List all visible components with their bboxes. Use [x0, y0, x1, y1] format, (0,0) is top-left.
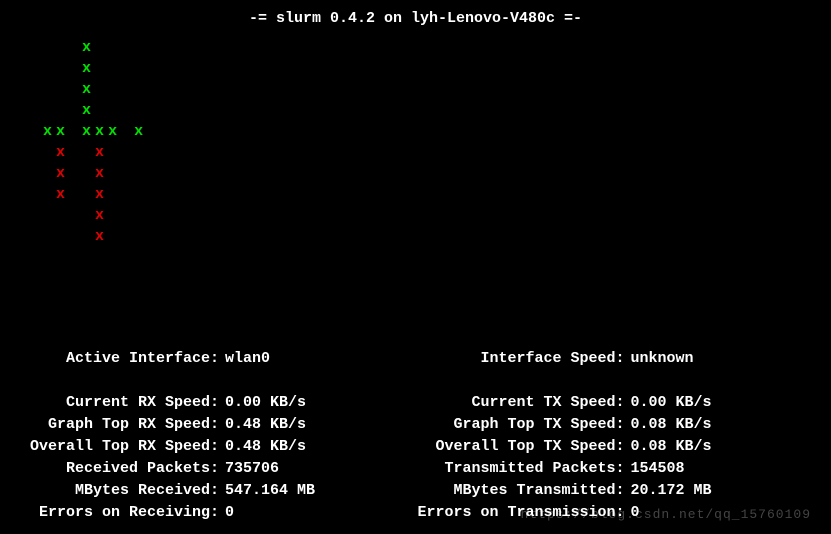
stats-right-column: Interface Speed: unknown Current TX Spee…: [416, 348, 822, 524]
active-interface-label: Active Interface:: [10, 348, 225, 370]
received-packets-row: Received Packets: 735706: [10, 458, 416, 480]
tx-graph: x x x x x x x x: [30, 142, 831, 247]
interface-speed-label: Interface Speed:: [416, 348, 631, 370]
errors-tx-row: Errors on Transmission: 0: [416, 502, 822, 524]
graph-row: x: [30, 100, 831, 121]
overall-top-rx-label: Overall Top RX Speed:: [10, 436, 225, 458]
graph-top-tx-label: Graph Top TX Speed:: [416, 414, 631, 436]
active-interface-value: wlan0: [225, 348, 270, 370]
graph-row: x: [30, 58, 831, 79]
errors-rx-label: Errors on Receiving:: [10, 502, 225, 524]
received-packets-label: Received Packets:: [10, 458, 225, 480]
active-interface-row: Active Interface: wlan0: [10, 348, 416, 370]
graph-row: x: [30, 205, 831, 226]
graph-top-rx-row: Graph Top RX Speed: 0.48 KB/s: [10, 414, 416, 436]
title-bar: -= slurm 0.4.2 on lyh-Lenovo-V480c =-: [0, 0, 831, 37]
overall-top-tx-value: 0.08 KB/s: [631, 436, 712, 458]
transmitted-packets-row: Transmitted Packets: 154508: [416, 458, 822, 480]
current-tx-value: 0.00 KB/s: [631, 392, 712, 414]
transmitted-packets-label: Transmitted Packets:: [416, 458, 631, 480]
overall-top-rx-value: 0.48 KB/s: [225, 436, 306, 458]
received-packets-value: 735706: [225, 458, 279, 480]
graph-top-rx-label: Graph Top RX Speed:: [10, 414, 225, 436]
mbytes-transmitted-label: MBytes Transmitted:: [416, 480, 631, 502]
interface-speed-row: Interface Speed: unknown: [416, 348, 822, 370]
graph-row: x: [30, 37, 831, 58]
overall-top-rx-row: Overall Top RX Speed: 0.48 KB/s: [10, 436, 416, 458]
transmitted-packets-value: 154508: [631, 458, 685, 480]
rx-graph: x x x x xx xxx x: [30, 37, 831, 142]
graph-row: xx xxx x: [30, 121, 831, 142]
mbytes-transmitted-row: MBytes Transmitted: 20.172 MB: [416, 480, 822, 502]
mbytes-transmitted-value: 20.172 MB: [631, 480, 712, 502]
mbytes-received-row: MBytes Received: 547.164 MB: [10, 480, 416, 502]
graph-top-tx-value: 0.08 KB/s: [631, 414, 712, 436]
current-tx-label: Current TX Speed:: [416, 392, 631, 414]
stats-left-column: Active Interface: wlan0 Current RX Speed…: [10, 348, 416, 524]
errors-tx-value: 0: [631, 502, 640, 524]
graph-row: x: [30, 226, 831, 247]
errors-rx-row: Errors on Receiving: 0: [10, 502, 416, 524]
graph-row: x x: [30, 163, 831, 184]
errors-tx-label: Errors on Transmission:: [416, 502, 631, 524]
graph-top-rx-value: 0.48 KB/s: [225, 414, 306, 436]
graph-row: x: [30, 79, 831, 100]
mbytes-received-label: MBytes Received:: [10, 480, 225, 502]
interface-speed-value: unknown: [631, 348, 694, 370]
current-rx-value: 0.00 KB/s: [225, 392, 306, 414]
stats-panel: Active Interface: wlan0 Current RX Speed…: [0, 348, 831, 524]
traffic-graph: x x x x xx xxx x x x x x x x x x: [0, 37, 831, 287]
overall-top-tx-row: Overall Top TX Speed: 0.08 KB/s: [416, 436, 822, 458]
overall-top-tx-label: Overall Top TX Speed:: [416, 436, 631, 458]
current-rx-label: Current RX Speed:: [10, 392, 225, 414]
mbytes-received-value: 547.164 MB: [225, 480, 315, 502]
graph-row: x x: [30, 142, 831, 163]
current-tx-row: Current TX Speed: 0.00 KB/s: [416, 392, 822, 414]
graph-top-tx-row: Graph Top TX Speed: 0.08 KB/s: [416, 414, 822, 436]
graph-row: x x: [30, 184, 831, 205]
errors-rx-value: 0: [225, 502, 234, 524]
current-rx-row: Current RX Speed: 0.00 KB/s: [10, 392, 416, 414]
